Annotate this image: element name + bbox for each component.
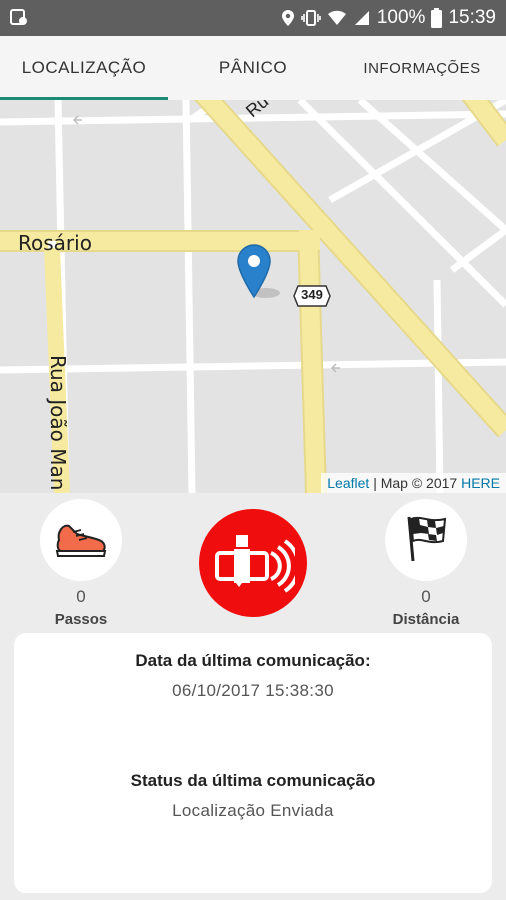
clock: 15:39 (448, 7, 496, 28)
checkered-flag-icon (403, 513, 449, 568)
signal-icon (353, 9, 371, 27)
tab-panico[interactable]: PÂNICO (168, 36, 338, 100)
street-label-rua-joao: Rua João Man (46, 355, 70, 491)
screenshot-notification-icon (10, 8, 28, 26)
wifi-icon (327, 9, 347, 27)
map-attribution: Leaflet | Map © 2017 HERE (321, 473, 506, 493)
steps-count: 0 (76, 587, 86, 606)
distance-count: 0 (421, 587, 431, 606)
panic-alert-icon (211, 521, 301, 606)
route-shield-label: 349 (301, 287, 323, 302)
tab-informacoes[interactable]: INFORMAÇÕES (338, 36, 506, 100)
distance-button[interactable] (385, 499, 467, 581)
distance-label: Distância (392, 611, 460, 628)
here-link[interactable]: HERE (461, 475, 500, 491)
last-comm-date-title: Data da última comunicação: (135, 651, 371, 670)
steps-button[interactable] (40, 499, 122, 581)
last-comm-status-value: Localização Enviada (172, 801, 334, 820)
location-marker-icon[interactable] (236, 243, 280, 299)
attribution-text: | Map © 2017 (369, 475, 462, 491)
last-comm-date-value: 06/10/2017 15:38:30 (172, 681, 334, 700)
status-bar: 100% 15:39 (0, 0, 506, 36)
route-shield: 349 (292, 284, 332, 308)
last-comm-status-title: Status da última comunicação (130, 771, 376, 790)
street-label-rosario: Rosário (18, 231, 92, 255)
battery-icon (431, 8, 443, 28)
battery-percent: 100% (376, 7, 426, 28)
panic-button[interactable] (199, 509, 307, 617)
tab-bar: LOCALIZAÇÃO PÂNICO INFORMAÇÕES (0, 36, 506, 100)
controls-row: 0 Passos 0 Distância (0, 493, 506, 633)
location-icon (281, 9, 295, 27)
tab-localizacao[interactable]: LOCALIZAÇÃO (0, 36, 168, 100)
sneaker-icon (53, 518, 109, 563)
map-view[interactable]: Rosário Rua João Man Ru 349 Leaflet | Ma… (0, 100, 506, 493)
status-icons: 100% 15:39 (281, 0, 496, 36)
leaflet-link[interactable]: Leaflet (327, 475, 369, 491)
last-communication-card: Data da última comunicação: 06/10/2017 1… (14, 633, 492, 893)
vibrate-icon (301, 9, 321, 27)
steps-label: Passos (54, 611, 108, 628)
